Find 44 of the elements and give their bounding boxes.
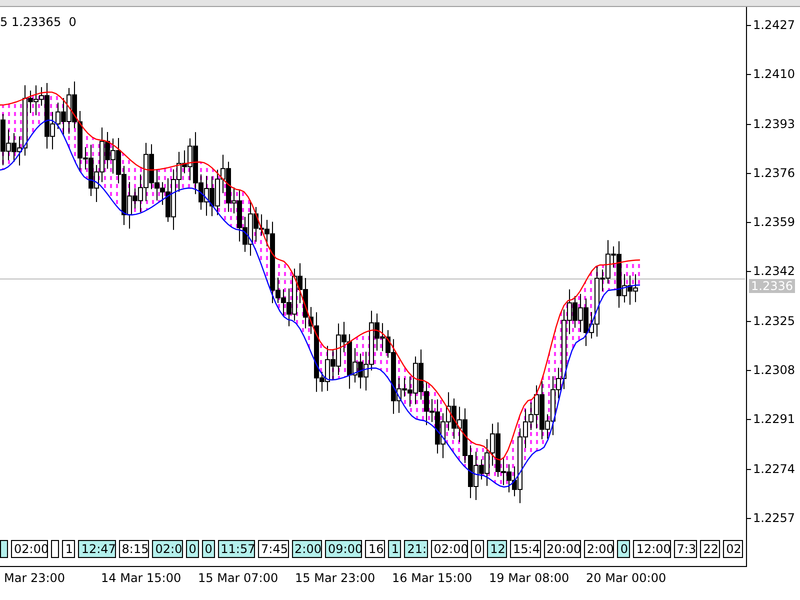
price-label: 1.2359 (747, 215, 800, 264)
time-tag: 15:4 (510, 540, 540, 558)
time-tag: 2:00 (584, 540, 614, 558)
price-label: 1.2427 (747, 18, 800, 68)
time-label: 19 Mar 08:00 (489, 570, 570, 587)
time-tag: 12 (487, 540, 508, 558)
time-tag: 16 (365, 540, 386, 558)
time-label: 14 Mar 15:00 (101, 570, 182, 587)
time-tag: 0 (471, 540, 484, 558)
price-label: 1.2376 (747, 166, 800, 216)
time-tag: 02:00 (11, 540, 48, 558)
price-label: 1.2410 (747, 67, 800, 117)
time-label: 16 Mar 15:00 (392, 570, 474, 587)
time-label: 15 Mar 07:00 (198, 570, 280, 587)
price-info: 5 1.23365 0 (0, 15, 76, 29)
time-tag: 12:00 (633, 540, 671, 558)
price-label: 1.2308 (747, 363, 800, 412)
current-price-label: 1.2336 (749, 279, 795, 293)
time-tag: 0 (186, 540, 199, 558)
time-tag: 8:15 (118, 540, 150, 558)
time-label: Mar 23:00 (4, 570, 66, 587)
time-tag: 11:57 (218, 540, 256, 558)
time-label: 15 Mar 23:00 (295, 570, 376, 587)
time-tag: 1 (388, 540, 402, 558)
time-tag: 0 (617, 540, 630, 558)
time-tag: 12:47 (78, 540, 116, 558)
price-label: 1.2291 (747, 412, 800, 462)
time-tag: 02:00 (430, 540, 468, 558)
price-label: 1.2274 (747, 462, 800, 511)
price-label: 1.2325 (747, 314, 800, 364)
time-tag: 1 (62, 540, 76, 558)
time-tag: 02:0 (152, 540, 183, 558)
time-tag: 22 (700, 540, 720, 558)
time-tag: 09:00 (325, 540, 362, 558)
time-tag: 0 (202, 540, 215, 558)
time-tag: 20:00 (544, 540, 581, 558)
time-tag: 7:45 (258, 540, 289, 558)
time-label: 20 Mar 00:00 (586, 570, 668, 587)
price-label: 1.2393 (747, 116, 800, 166)
time-tag: 02 (723, 540, 744, 558)
price-label: 1.2257 (747, 510, 800, 560)
time-tag: 2:00 (292, 540, 322, 558)
time-tag: 7:3 (674, 540, 698, 558)
time-tag: 21: (404, 540, 428, 558)
